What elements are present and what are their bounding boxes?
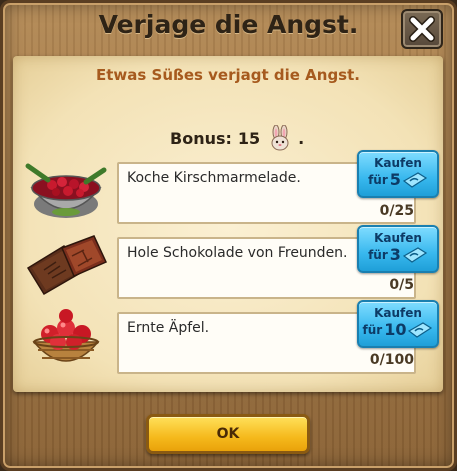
task-progress: 0/5: [389, 277, 414, 293]
buy-for-label: für: [368, 248, 388, 262]
blue-money-icon: [402, 172, 428, 188]
ok-button[interactable]: OK: [146, 414, 310, 454]
ok-button-label: OK: [216, 426, 240, 442]
close-button[interactable]: [401, 9, 443, 49]
buy-label: Kaufen: [374, 156, 422, 170]
apple-basket-icon: [32, 309, 100, 362]
buy-amount: 10: [384, 320, 407, 339]
buy-amount: 5: [389, 170, 401, 189]
close-x-icon: [409, 16, 435, 42]
task-description: Ernte Äpfel.: [127, 320, 210, 336]
task-progress: 0/25: [379, 203, 414, 219]
buy-for-label: für: [368, 173, 388, 187]
buy-button-task-2[interactable]: Kaufen für 3: [357, 225, 439, 273]
dialog-title: Verjage die Angst.: [98, 10, 359, 39]
blue-money-icon: [408, 322, 433, 338]
chocolate-bar-icon: [26, 235, 108, 296]
cherry-jam-bowl-icon: [25, 163, 107, 218]
buy-label: Kaufen: [374, 231, 422, 245]
task-progress: 0/100: [369, 352, 414, 368]
blue-money-icon: [402, 247, 428, 263]
bonus-value: 15: [237, 128, 261, 148]
bonus-row: Bonus: 15 .: [170, 124, 304, 152]
task-description: Koche Kirschmarmelade.: [127, 170, 301, 186]
task-description: Hole Schokolade von Freunden.: [127, 245, 348, 261]
bonus-label: Bonus:: [170, 128, 232, 148]
buy-for-label: für: [362, 323, 383, 337]
buy-label: Kaufen: [374, 306, 422, 320]
bunny-icon: [271, 125, 289, 151]
quest-subtitle: Etwas Süßes verjagt die Angst.: [96, 66, 360, 84]
buy-amount: 3: [389, 245, 401, 264]
buy-button-task-3[interactable]: Kaufen für 10: [357, 300, 439, 348]
bonus-suffix: .: [298, 128, 305, 148]
buy-button-task-1[interactable]: Kaufen für 5: [357, 150, 439, 198]
